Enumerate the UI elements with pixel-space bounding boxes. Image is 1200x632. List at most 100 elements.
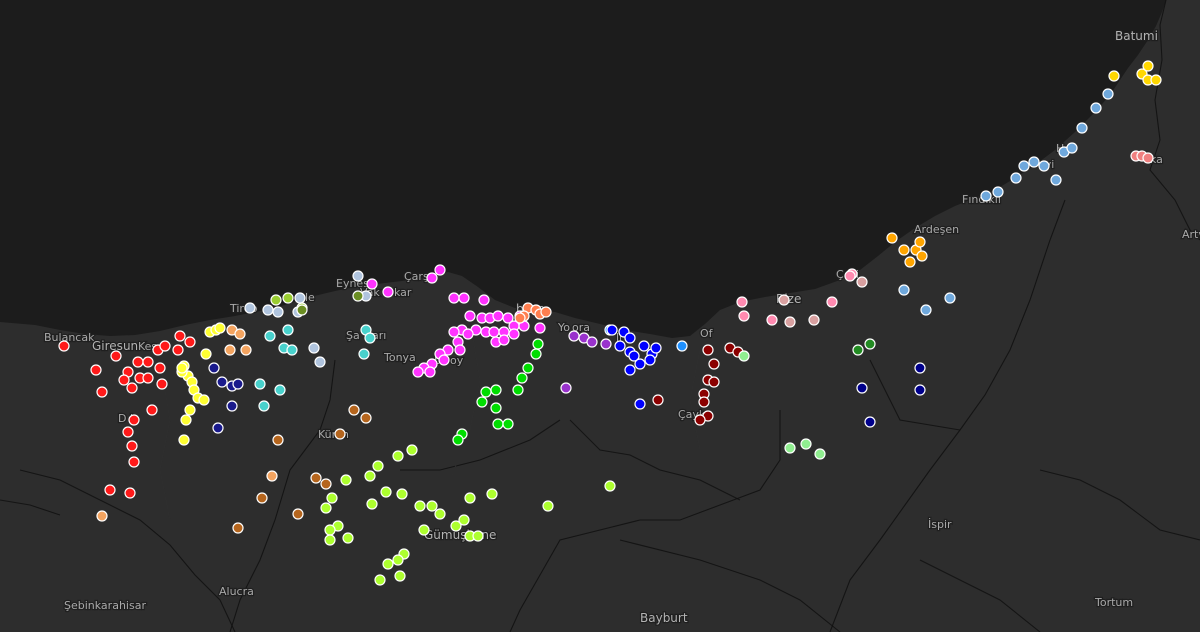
map-marker-pureblue[interactable]: [644, 354, 656, 366]
map-marker-red[interactable]: [110, 350, 122, 362]
map-marker-red[interactable]: [154, 362, 166, 374]
map-marker-greenyellow[interactable]: [472, 530, 484, 542]
map-marker-skyblue[interactable]: [980, 190, 992, 202]
map-marker-red[interactable]: [126, 382, 138, 394]
map-marker-green[interactable]: [530, 348, 542, 360]
map-marker-pureblue[interactable]: [634, 358, 646, 370]
map-marker-steel[interactable]: [314, 356, 326, 368]
map-marker-purple[interactable]: [568, 330, 580, 342]
map-marker-yellow[interactable]: [214, 322, 226, 334]
map-marker-forest[interactable]: [864, 338, 876, 350]
map-marker-orange[interactable]: [886, 232, 898, 244]
map-marker-greenyellow[interactable]: [486, 488, 498, 500]
map-marker-turquoise[interactable]: [258, 400, 270, 412]
map-marker-turquoise[interactable]: [282, 324, 294, 336]
map-marker-greenyellow[interactable]: [340, 474, 352, 486]
map-marker-coral[interactable]: [540, 306, 552, 318]
map-marker-brown[interactable]: [310, 472, 322, 484]
map-marker-magenta[interactable]: [438, 354, 450, 366]
map-marker-red[interactable]: [128, 456, 140, 468]
map-marker-steel[interactable]: [308, 342, 320, 354]
map-marker-orange[interactable]: [916, 250, 928, 262]
map-marker-magenta[interactable]: [434, 264, 446, 276]
map-marker-lightgreen[interactable]: [784, 442, 796, 454]
map-marker-pink[interactable]: [766, 314, 778, 326]
map-marker-magenta[interactable]: [464, 310, 476, 322]
map-marker-pureblue[interactable]: [638, 340, 650, 352]
map-marker-magenta[interactable]: [534, 322, 546, 334]
map-marker-red[interactable]: [90, 364, 102, 376]
map-marker-magenta[interactable]: [508, 328, 520, 340]
map-marker-greenyellow[interactable]: [414, 500, 426, 512]
map-marker-rosybrown[interactable]: [856, 276, 868, 288]
map-marker-magenta[interactable]: [454, 344, 466, 356]
map-marker-orange[interactable]: [914, 236, 926, 248]
map-marker-skyblue[interactable]: [1076, 122, 1088, 134]
map-marker-red[interactable]: [96, 386, 108, 398]
map-marker-red[interactable]: [184, 336, 196, 348]
map-marker-red[interactable]: [132, 356, 144, 368]
map-marker-red[interactable]: [174, 330, 186, 342]
map-marker-red[interactable]: [118, 374, 130, 386]
map-marker-greenyellow[interactable]: [372, 460, 384, 472]
map-marker-turquoise[interactable]: [364, 332, 376, 344]
map-marker-navy[interactable]: [232, 378, 244, 390]
map-marker-skyblue[interactable]: [1102, 88, 1114, 100]
map-marker-skyblue[interactable]: [1066, 142, 1078, 154]
map-marker-greenyellow[interactable]: [324, 524, 336, 536]
map-marker-pureblue[interactable]: [624, 332, 636, 344]
map-svg[interactable]: BatumiBulancakGiresunKesTirebleEynesVakk…: [0, 0, 1200, 632]
map-marker-rosybrown[interactable]: [778, 294, 790, 306]
map-marker-pureblue[interactable]: [634, 398, 646, 410]
map-marker-red[interactable]: [58, 340, 70, 352]
map-marker-greenyellow[interactable]: [382, 558, 394, 570]
map-marker-greenyellow[interactable]: [364, 470, 376, 482]
map-marker-red[interactable]: [156, 378, 168, 390]
map-marker-pink[interactable]: [826, 296, 838, 308]
map-marker-red[interactable]: [142, 372, 154, 384]
map-marker-navy[interactable]: [208, 362, 220, 374]
map-marker-magenta[interactable]: [498, 334, 510, 346]
map-marker-greenyellow[interactable]: [326, 492, 338, 504]
map-marker-magenta[interactable]: [366, 278, 378, 290]
map-marker-steel[interactable]: [262, 304, 274, 316]
map-marker-darkblue[interactable]: [856, 382, 868, 394]
map-marker-green[interactable]: [492, 418, 504, 430]
map-marker-salmon[interactable]: [1142, 152, 1154, 164]
map-marker-brown[interactable]: [320, 478, 332, 490]
map-marker-rosybrown[interactable]: [784, 316, 796, 328]
map-marker-red[interactable]: [122, 426, 134, 438]
map-marker-greenyellow[interactable]: [406, 444, 418, 456]
map-marker-turquoise[interactable]: [286, 344, 298, 356]
map-marker-turquoise[interactable]: [274, 384, 286, 396]
map-marker-red[interactable]: [172, 344, 184, 356]
map-marker-yellow[interactable]: [180, 414, 192, 426]
map-marker-sandy[interactable]: [240, 344, 252, 356]
map-marker-red[interactable]: [128, 414, 140, 426]
map-marker-darkred[interactable]: [652, 394, 664, 406]
map-marker-yellow[interactable]: [176, 362, 188, 374]
map-marker-pink[interactable]: [738, 310, 750, 322]
map-marker-green[interactable]: [490, 384, 502, 396]
map-marker-darkred[interactable]: [702, 344, 714, 356]
map-marker-red[interactable]: [146, 404, 158, 416]
map-marker-red[interactable]: [142, 356, 154, 368]
map-marker-yellow[interactable]: [198, 394, 210, 406]
map-marker-yellow[interactable]: [178, 434, 190, 446]
map-marker-lightgreen[interactable]: [814, 448, 826, 460]
map-marker-pureblue[interactable]: [614, 340, 626, 352]
map-marker-greenyellow[interactable]: [380, 486, 392, 498]
map-marker-darkblue[interactable]: [914, 362, 926, 374]
map-marker-darkred[interactable]: [708, 376, 720, 388]
map-marker-skyblue[interactable]: [1050, 174, 1062, 186]
map-marker-coral[interactable]: [514, 312, 526, 324]
map-marker-greenyellow[interactable]: [394, 570, 406, 582]
map-marker-yellow[interactable]: [184, 404, 196, 416]
map-marker-green[interactable]: [452, 434, 464, 446]
map-marker-skyblue[interactable]: [1028, 156, 1040, 168]
map-marker-gold[interactable]: [1142, 60, 1154, 72]
map-marker-greenyellow[interactable]: [458, 514, 470, 526]
map-marker-darkred[interactable]: [708, 358, 720, 370]
map-marker-gold[interactable]: [1108, 70, 1120, 82]
map-marker-sandy[interactable]: [96, 510, 108, 522]
